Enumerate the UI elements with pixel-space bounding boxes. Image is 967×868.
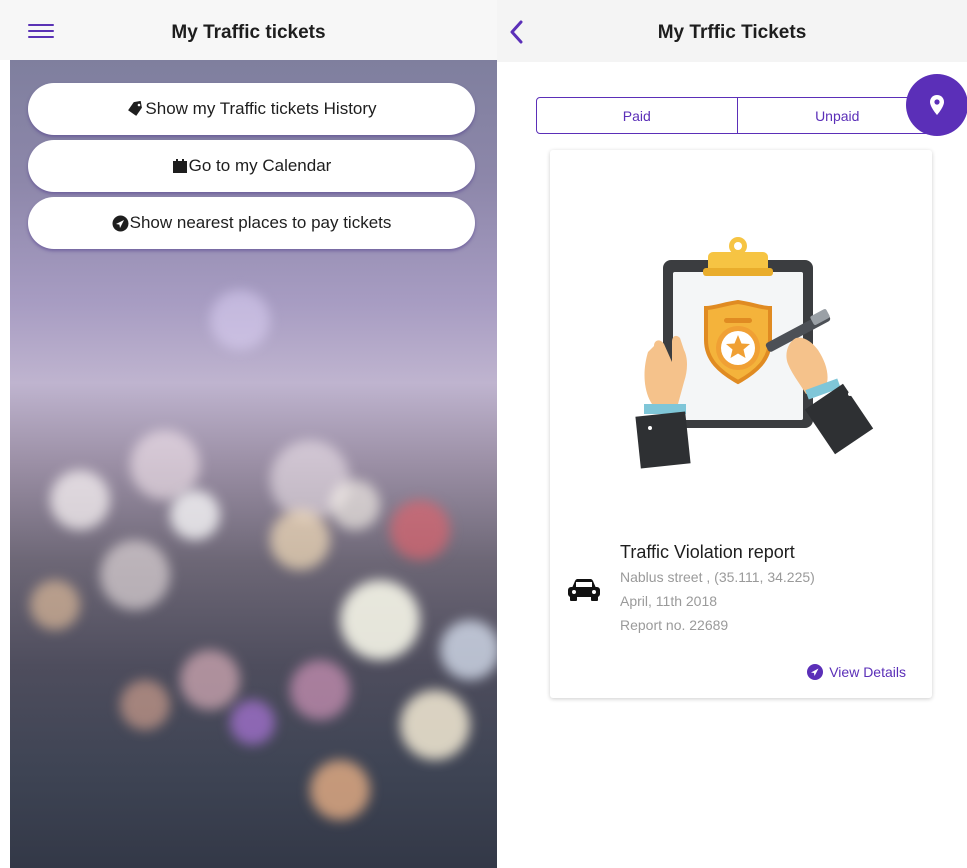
report-title: Traffic Violation report xyxy=(620,542,795,562)
view-details-label: View Details xyxy=(829,664,906,680)
show-ticket-history-button[interactable]: Show my Traffic tickets History xyxy=(28,83,475,135)
navigation-icon xyxy=(112,215,129,231)
map-pin-icon xyxy=(930,95,944,115)
tab-paid[interactable]: Paid xyxy=(537,98,737,133)
page-title: My Traffic tickets xyxy=(171,22,326,43)
paid-unpaid-segmented-control: Paid Unpaid xyxy=(536,97,938,134)
right-screen: My Trffic Tickets Paid Unpaid Traffic Vi… xyxy=(497,0,967,868)
report-number: Report no. 22689 xyxy=(620,617,729,633)
navigation-icon xyxy=(807,664,824,680)
right-header: My Trffic Tickets xyxy=(497,0,967,62)
car-icon xyxy=(568,579,600,601)
calendar-icon xyxy=(172,158,187,173)
button-label: Show nearest places to pay tickets xyxy=(129,213,392,232)
page-title: My Trffic Tickets xyxy=(657,22,807,43)
ticket-card[interactable]: Traffic Violation report Nablus street ,… xyxy=(550,150,932,698)
report-location: Nablus street , (35.111, 34.225) xyxy=(620,569,815,585)
button-label: Show my Traffic tickets History xyxy=(145,99,377,118)
button-label: Go to my Calendar xyxy=(188,156,332,175)
report-date: April, 11th 2018 xyxy=(620,593,718,609)
clipboard-badge-illustration xyxy=(635,237,874,469)
left-header: My Traffic tickets xyxy=(0,0,497,60)
go-to-calendar-button[interactable]: Go to my Calendar xyxy=(28,140,475,192)
left-screen: My Traffic tickets Show my Traffic ticke… xyxy=(0,0,497,868)
map-pin-fab-button[interactable] xyxy=(906,74,967,136)
view-details-link[interactable]: View Details xyxy=(807,664,906,680)
show-nearest-places-button[interactable]: Show nearest places to pay tickets xyxy=(28,197,475,249)
tag-icon xyxy=(128,101,143,116)
